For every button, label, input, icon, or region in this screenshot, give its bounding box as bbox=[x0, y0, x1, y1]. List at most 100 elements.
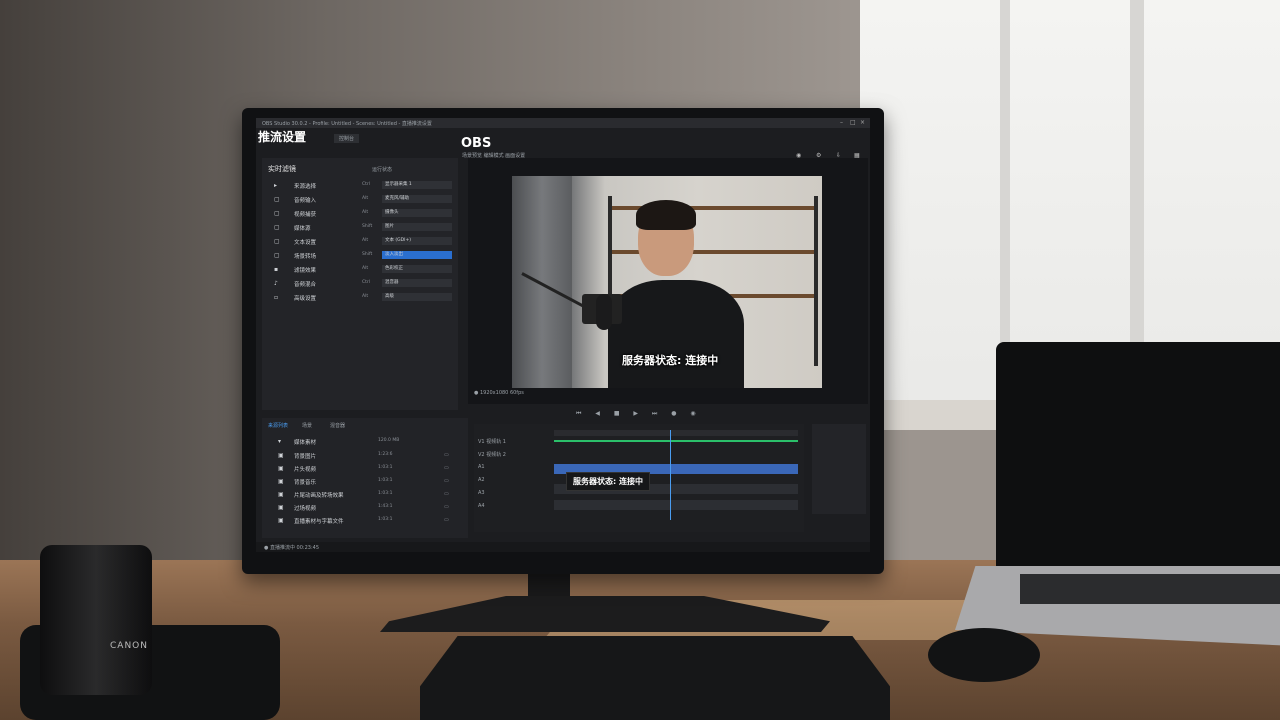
row-value-select[interactable]: 高级 bbox=[382, 293, 452, 301]
title-bar: OBS Studio 30.0.2 - Profile: Untitled - … bbox=[256, 118, 870, 128]
row-label: 音频混合 bbox=[294, 282, 317, 288]
tab-scenes[interactable]: 场景 bbox=[302, 422, 312, 429]
row-value-select[interactable]: 显示器采集 1 bbox=[382, 181, 452, 189]
row-icon: ▢ bbox=[274, 252, 280, 259]
laptop-keyboard bbox=[1020, 574, 1280, 604]
monitor: OBS Studio 30.0.2 - Profile: Untitled - … bbox=[242, 108, 884, 574]
track-empty[interactable] bbox=[554, 500, 798, 510]
maximize-icon[interactable]: □ bbox=[850, 120, 856, 126]
list-item[interactable]: ▣ 过场视频 1:43:1 ▭ bbox=[268, 502, 464, 513]
list-item[interactable]: ▣ 片尾动画及转场效果 1:03:1 ▭ bbox=[268, 489, 464, 500]
list-item[interactable]: ▣ 背景音乐 1:03:1 ▭ bbox=[268, 476, 464, 487]
row-shortcut: Ctrl bbox=[362, 280, 371, 285]
shelf-post bbox=[814, 196, 818, 366]
filter-row[interactable]: ▸ 来源选择 Ctrl 显示器采集 1 bbox=[266, 180, 456, 191]
monitor-screen: OBS Studio 30.0.2 - Profile: Untitled - … bbox=[256, 118, 870, 552]
window-title: OBS Studio 30.0.2 - Profile: Untitled - … bbox=[262, 121, 432, 127]
timeline[interactable]: 服务器状态: 连接中 V1 视频轨 1 V2 视频轨 2 A1 A2 A3 A4 bbox=[474, 424, 804, 532]
row-shortcut: Ctrl bbox=[362, 182, 371, 187]
file-name: 片头视频 bbox=[294, 467, 317, 473]
row-value-select[interactable]: 图片 bbox=[382, 223, 452, 231]
file-name: 片尾动画及转场效果 bbox=[294, 493, 344, 499]
track-label: A2 bbox=[478, 477, 485, 483]
file-icon: ▣ bbox=[278, 465, 284, 472]
row-shortcut: Shift bbox=[362, 224, 373, 229]
row-icon: ▢ bbox=[274, 224, 280, 231]
row-icon: ♪ bbox=[274, 280, 278, 287]
keyboard bbox=[420, 636, 890, 720]
row-value-select[interactable]: 麦克风/辅助 bbox=[382, 195, 452, 203]
filter-row[interactable]: ▢ 文本设置 Alt 文本 (GDI+) bbox=[266, 236, 456, 247]
row-value-select[interactable]: 摄像头 bbox=[382, 209, 452, 217]
file-menu-icon[interactable]: ▭ bbox=[444, 491, 449, 497]
row-label: 高级设置 bbox=[294, 296, 317, 302]
row-icon: ▢ bbox=[274, 210, 280, 217]
panel-header-status: 运行状态 bbox=[372, 167, 393, 173]
filter-row[interactable]: ♪ 音频混合 Ctrl 混音器 bbox=[266, 278, 456, 289]
preview-status: ● 1920x1080 60fps bbox=[474, 390, 524, 396]
audio-clip[interactable] bbox=[554, 440, 798, 442]
file-name: 过场视频 bbox=[294, 506, 317, 512]
close-icon[interactable]: × bbox=[860, 120, 866, 126]
tab-sources[interactable]: 来源列表 bbox=[268, 422, 288, 429]
row-label: 文本设置 bbox=[294, 240, 317, 246]
playhead[interactable] bbox=[670, 430, 671, 520]
person-hair bbox=[636, 200, 696, 230]
mini-panel bbox=[812, 424, 866, 514]
list-item[interactable]: ▣ 背景图片 1:23:6 ▭ bbox=[268, 450, 464, 461]
camera-brand: CANON bbox=[110, 641, 148, 651]
list-item[interactable]: ▣ 片头视频 1:03:1 ▭ bbox=[268, 463, 464, 474]
row-value-select[interactable]: 混音器 bbox=[382, 279, 452, 287]
file-icon: ▣ bbox=[278, 452, 284, 459]
row-shortcut: Alt bbox=[362, 196, 369, 201]
status-bar: ● 直播推流中 00:23:45 bbox=[256, 542, 870, 552]
filter-row[interactable]: ▢ 媒体源 Shift 图片 bbox=[266, 222, 456, 233]
mouse bbox=[928, 628, 1040, 682]
timeline-ruler[interactable] bbox=[554, 430, 798, 436]
track-label: A1 bbox=[478, 464, 485, 470]
row-label: 视频捕获 bbox=[294, 212, 317, 218]
preview-tabs[interactable]: 场景预览 编辑模式 画面设置 bbox=[462, 152, 525, 159]
tab-mixer[interactable]: 混音器 bbox=[330, 422, 345, 429]
filter-row[interactable]: ▢ 场景转场 Shift 淡入淡出 bbox=[266, 250, 456, 261]
file-name: 背景音乐 bbox=[294, 480, 317, 486]
person-body bbox=[608, 280, 744, 388]
file-name: 背景图片 bbox=[294, 454, 317, 460]
file-duration: 1:03:1 bbox=[378, 478, 393, 483]
preview-video[interactable]: 服务器状态: 连接中 bbox=[512, 176, 822, 388]
row-shortcut: Alt bbox=[362, 238, 369, 243]
track-label: V2 视频轨 2 bbox=[478, 452, 506, 458]
filter-row[interactable]: ▫ 高级设置 Alt 高级 bbox=[266, 292, 456, 303]
list-item[interactable]: ▣ 直播素材与字幕文件 1:03:1 ▭ bbox=[268, 515, 464, 526]
track-label: V1 视频轨 1 bbox=[478, 439, 506, 445]
file-menu-icon[interactable]: ▭ bbox=[444, 504, 449, 510]
minimize-icon[interactable]: – bbox=[840, 120, 846, 126]
row-label: 音频输入 bbox=[294, 198, 317, 204]
row-label: 媒体源 bbox=[294, 226, 311, 232]
row-icon: ▢ bbox=[274, 196, 280, 203]
panel-header: 实时滤镜 bbox=[268, 165, 296, 173]
file-menu-icon[interactable]: ▭ bbox=[444, 478, 449, 484]
transport-controls[interactable]: ⏮ ◀ ■ ▶ ⏭ ● ◉ bbox=[576, 410, 702, 418]
row-value-select[interactable]: 色彩校正 bbox=[382, 265, 452, 273]
filter-row[interactable]: ▪ 滤镜效果 Alt 色彩校正 bbox=[266, 264, 456, 275]
row-icon: ▪ bbox=[274, 266, 279, 273]
file-menu-icon[interactable]: ▭ bbox=[444, 452, 449, 458]
camera: CANON bbox=[0, 545, 280, 720]
file-duration: 1:03:1 bbox=[378, 465, 393, 470]
row-label: 滤镜效果 bbox=[294, 268, 317, 274]
row-value-select[interactable]: 淡入淡出 bbox=[382, 251, 452, 259]
tab-console[interactable]: 控制台 bbox=[334, 134, 360, 143]
file-icon: ▣ bbox=[278, 517, 284, 524]
file-menu-icon[interactable]: ▭ bbox=[444, 465, 449, 471]
filter-row[interactable]: ▢ 音频输入 Alt 麦克风/辅助 bbox=[266, 194, 456, 205]
file-menu-icon[interactable]: ▭ bbox=[444, 517, 449, 523]
media-panel: 来源列表 场景 混音器 ▾ 媒体素材 120.0 MB ▣ 背景图片 1:23:6 ▭… bbox=[262, 418, 468, 538]
folder-row[interactable]: ▾ 媒体素材 120.0 MB bbox=[268, 436, 464, 447]
file-duration: 1:23:6 bbox=[378, 452, 393, 457]
title-clip[interactable]: 服务器状态: 连接中 bbox=[566, 472, 650, 491]
filter-row[interactable]: ▢ 视频捕获 Alt 摄像头 bbox=[266, 208, 456, 219]
row-value-select[interactable]: 文本 (GDI+) bbox=[382, 237, 452, 245]
folder-size: 120.0 MB bbox=[378, 438, 400, 443]
track-label: A3 bbox=[478, 490, 485, 496]
